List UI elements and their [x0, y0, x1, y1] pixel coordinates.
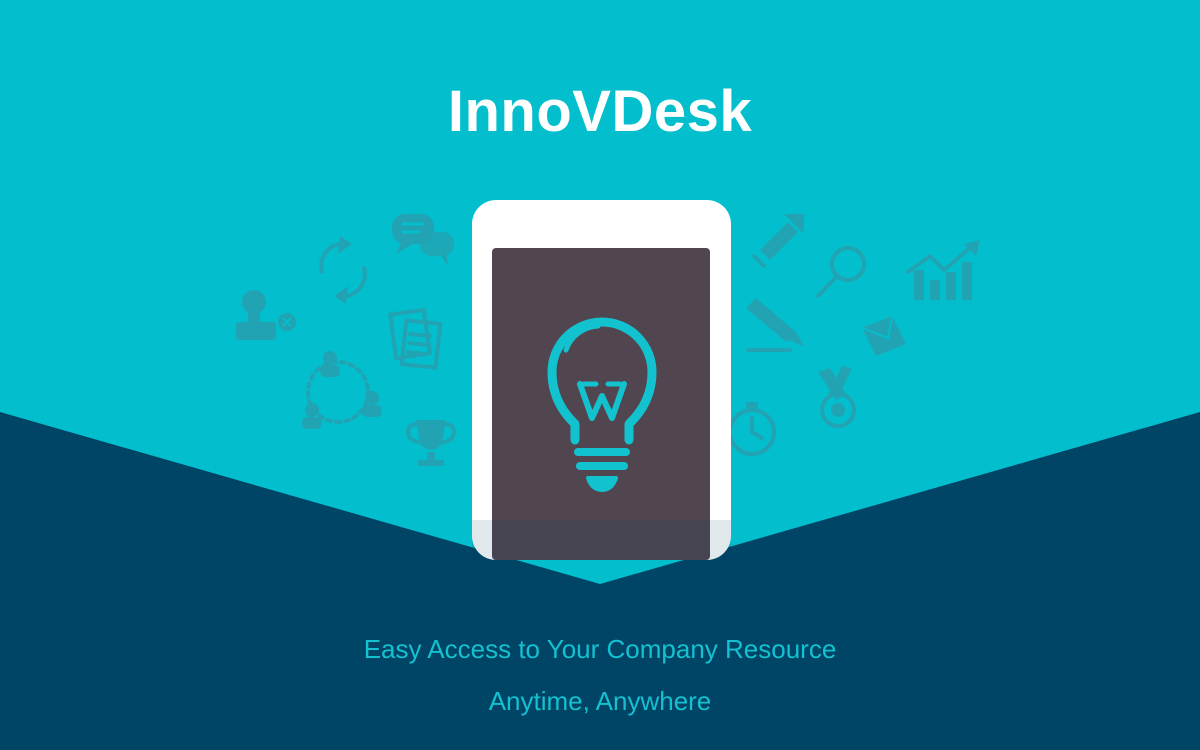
tagline-line-2: Anytime, Anywhere — [488, 686, 712, 716]
tagline-line-1: Easy Access to Your Company Resource — [363, 634, 837, 664]
pen-icon — [746, 298, 804, 352]
stamp-icon — [236, 290, 296, 340]
pencil-arrow-icon — [752, 214, 804, 268]
phone-illustration — [472, 200, 731, 560]
stopwatch-icon — [728, 402, 776, 456]
people-network-icon — [302, 351, 382, 429]
envelope-icon — [861, 315, 906, 356]
trophy-icon — [406, 420, 456, 466]
document-icon — [388, 307, 443, 370]
search-icon — [816, 246, 866, 298]
growth-chart-icon — [906, 240, 980, 300]
chat-bubbles-icon — [392, 214, 454, 266]
app-title: InnoVDesk — [447, 79, 753, 144]
medal-icon — [818, 366, 856, 428]
splash-screen: InnoVDesk Easy Access to Your Company Re… — [0, 0, 1200, 750]
refresh-arrows-icon — [319, 236, 367, 304]
